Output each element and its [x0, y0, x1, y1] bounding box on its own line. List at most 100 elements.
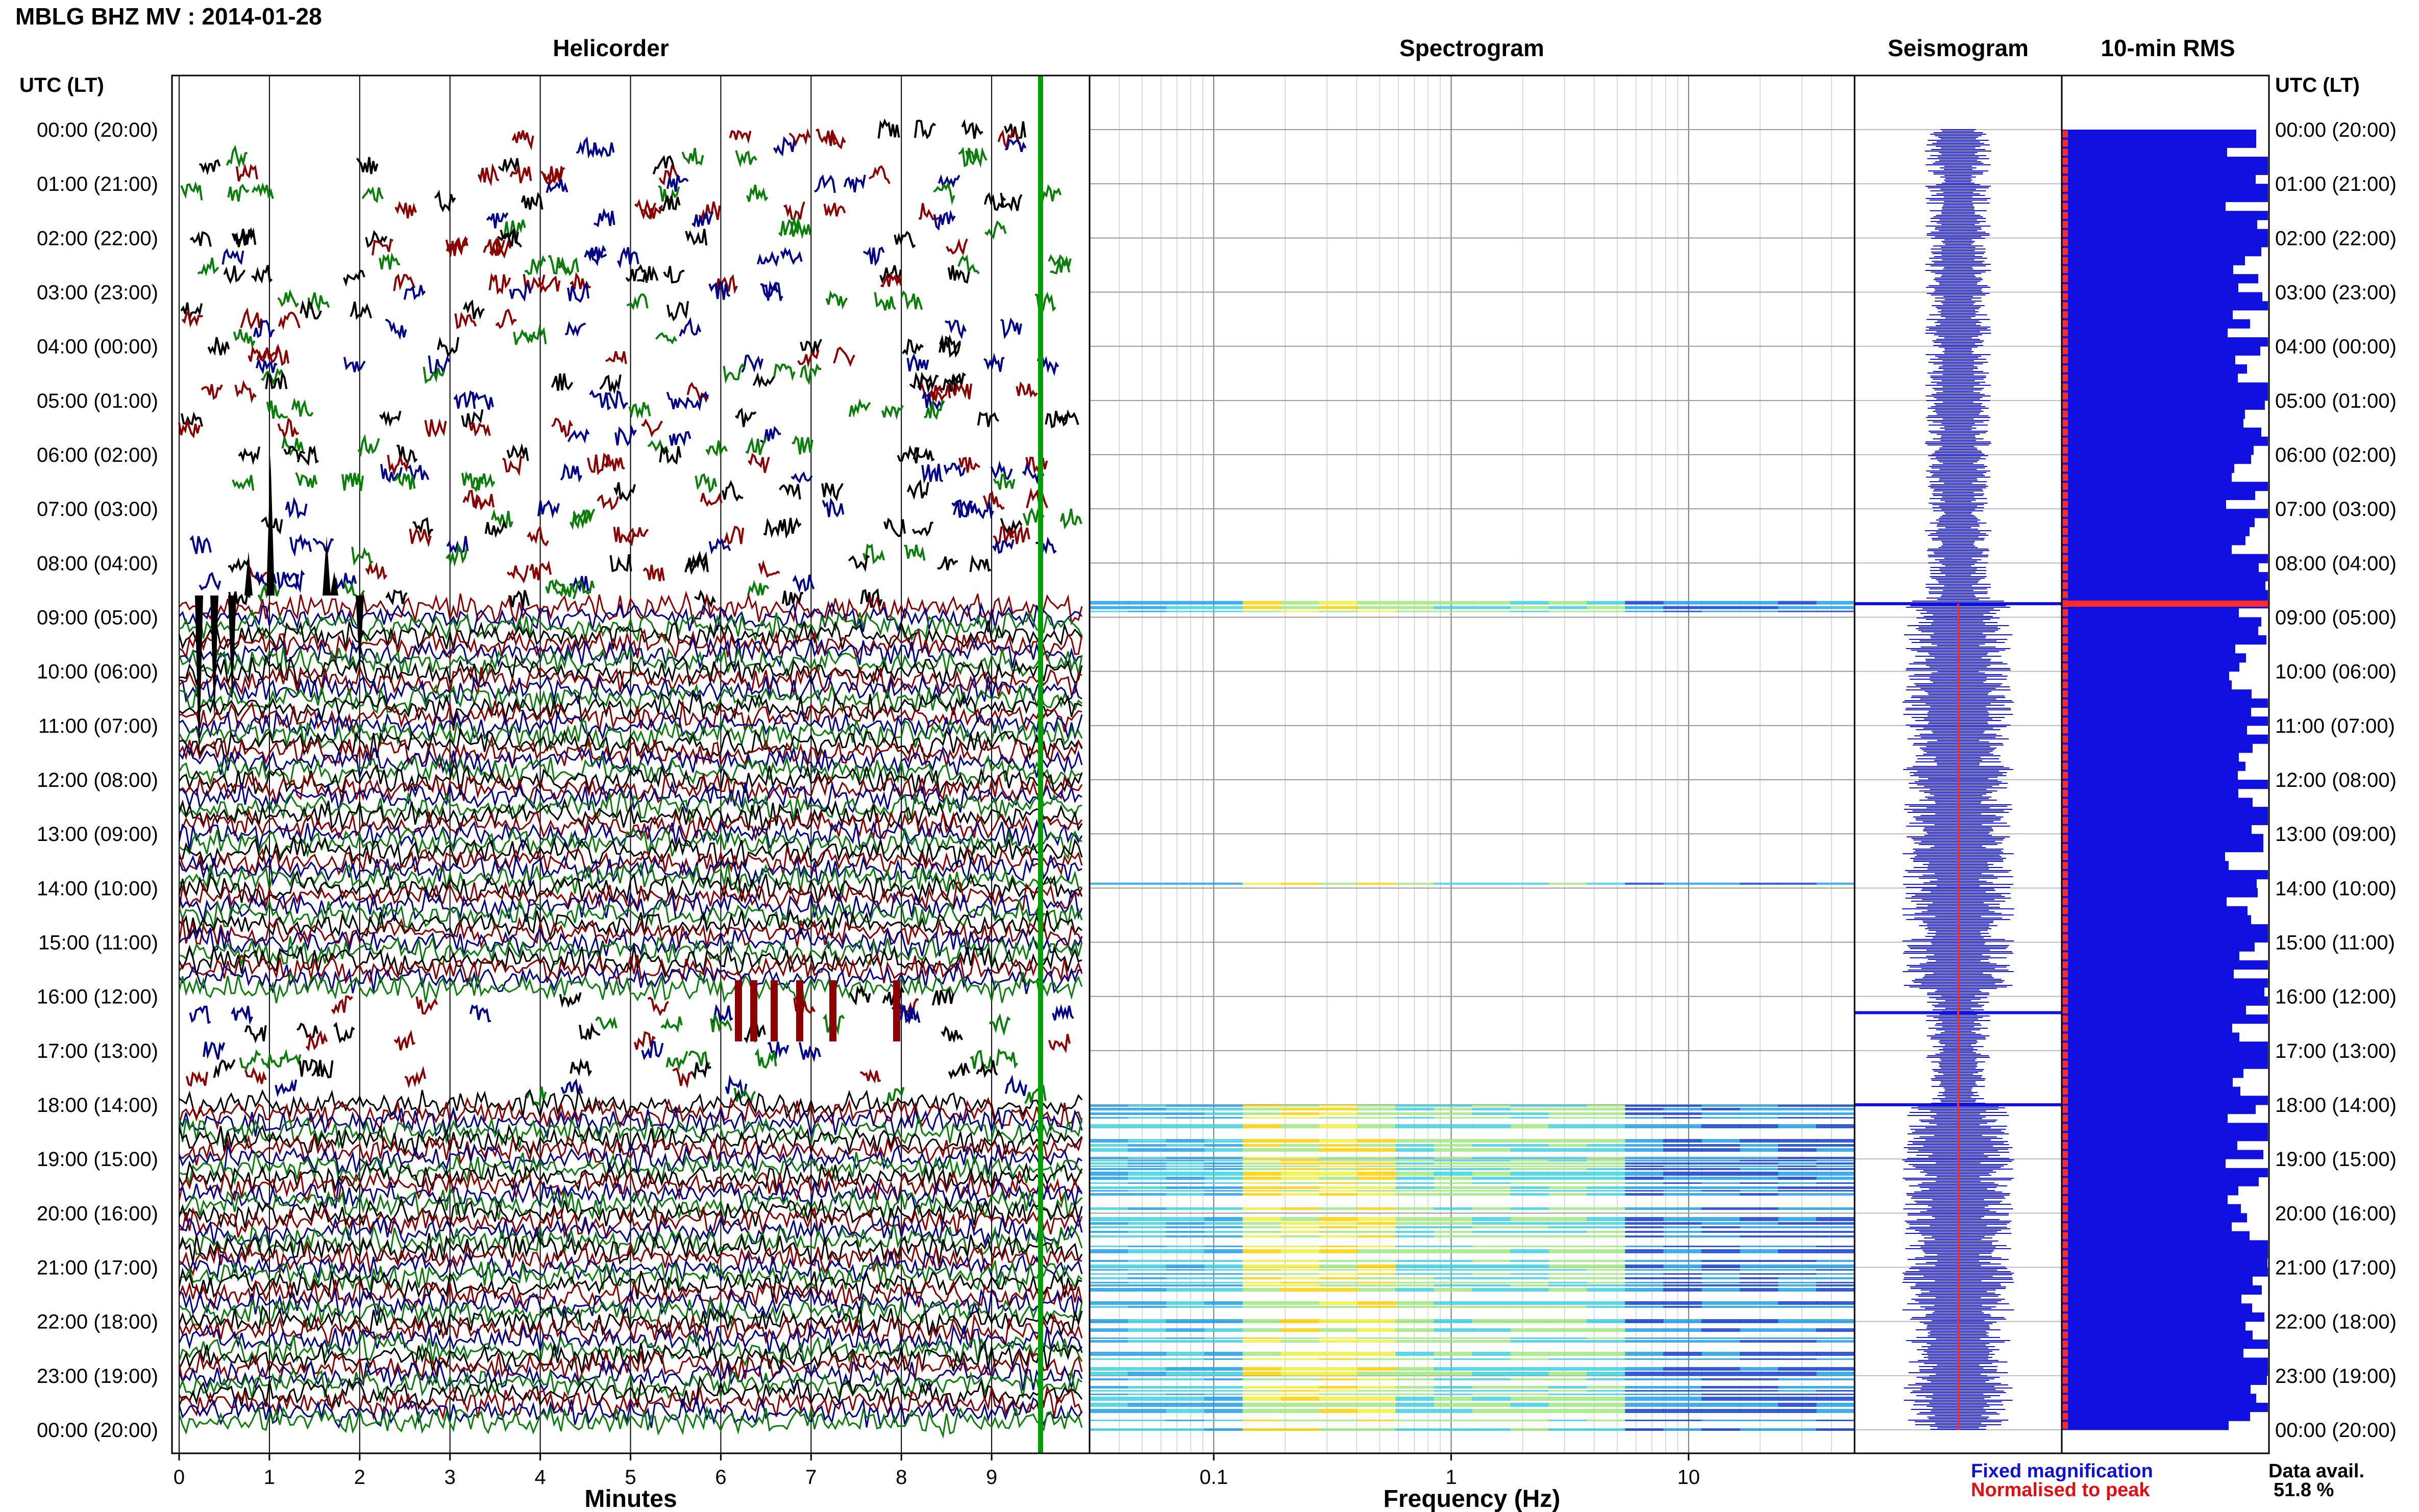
- spectrogram-cell: [1663, 1352, 1702, 1356]
- helicorder-event: [261, 1054, 283, 1070]
- rms-bin-fixed: [2062, 563, 2259, 573]
- rms-bin-fixed: [2062, 355, 2235, 365]
- spectrogram-cell: [1625, 1235, 1664, 1237]
- spectrogram-cell: [1242, 1108, 1281, 1110]
- helicorder-event: [848, 398, 871, 418]
- spectrogram-cell: [1740, 1403, 1779, 1407]
- spectrogram-cell: [1587, 1328, 1626, 1332]
- helicorder-event: [462, 489, 485, 510]
- spectrogram-cell: [1663, 1428, 1702, 1431]
- rms-bin-normalised: [2062, 365, 2068, 373]
- spectrogram-cell: [1625, 1144, 1664, 1147]
- spectrogram-cell: [1127, 1428, 1167, 1431]
- spectrogram-cell: [1816, 1378, 1855, 1380]
- spectrogram-cell: [1127, 1273, 1167, 1275]
- spectrogram-cell: [1090, 1277, 1128, 1279]
- spectrogram-cell: [1395, 1162, 1435, 1164]
- rms-bin-normalised: [2062, 1078, 2068, 1086]
- spectrogram-cell: [1434, 1337, 1473, 1339]
- spectrogram-cell: [1166, 1420, 1205, 1421]
- spectrogram-cell: [1510, 1207, 1549, 1210]
- spectrogram-cell: [1587, 1168, 1626, 1170]
- spectrogram-cell: [1395, 1390, 1435, 1392]
- helicorder-event: [244, 1067, 267, 1084]
- spectrogram-cell: [1816, 1124, 1855, 1128]
- time-label-left: 08:00 (04:00): [37, 552, 158, 575]
- spectrogram-cell: [1204, 1284, 1243, 1286]
- helicorder-event: [551, 417, 573, 438]
- spectrogram-cell: [1472, 1249, 1511, 1253]
- spectrogram-cell: [1778, 1144, 1817, 1147]
- spectrogram-cell: [1319, 1301, 1358, 1305]
- spectrogram-cell: [1778, 1217, 1817, 1221]
- spectrogram-cell: [1395, 1352, 1435, 1356]
- spectrogram-cell: [1280, 1284, 1320, 1286]
- spectrogram-cell: [1357, 1358, 1396, 1360]
- helicorder-event: [351, 547, 374, 566]
- spectrogram-cell: [1127, 1337, 1167, 1339]
- spectrogram-cell: [1587, 1166, 1626, 1167]
- spectrogram-cell: [1204, 1117, 1243, 1119]
- spectrogram-cell: [1242, 1235, 1281, 1237]
- spectrogram-cell: [1434, 1282, 1473, 1283]
- rms-bin-normalised: [2062, 726, 2068, 734]
- rms-bin-normalised: [2062, 1295, 2068, 1303]
- spectrogram-cell: [1587, 1277, 1626, 1279]
- spectrogram-cell: [1663, 1269, 1702, 1271]
- rms-bin-normalised: [2062, 943, 2068, 951]
- rms-bin-normalised: [2062, 510, 2068, 517]
- spectrogram-cell: [1395, 1108, 1435, 1110]
- spectrogram-cell: [1127, 1394, 1167, 1395]
- spectrogram-cell: [1740, 1319, 1779, 1323]
- spectrogram-cell: [1548, 1282, 1588, 1283]
- spectrogram-cell: [1242, 1260, 1281, 1262]
- rms-bin-normalised: [2062, 392, 2068, 400]
- spectrogram-cell: [1587, 1117, 1626, 1119]
- spectrogram-cell: [1127, 1148, 1167, 1152]
- spectrogram-cell: [1472, 1277, 1511, 1279]
- spectrogram-cell: [1090, 601, 1128, 605]
- spectrogram-cell: [1242, 1367, 1281, 1371]
- time-label-left: 13:00 (09:00): [37, 823, 158, 846]
- helicorder-event: [279, 1049, 302, 1065]
- helicorder-event: [453, 390, 476, 409]
- rms-bin-fixed: [2062, 662, 2239, 672]
- spectrogram-cell: [1280, 1409, 1320, 1413]
- spectrogram-cell: [1548, 1186, 1588, 1189]
- spectrogram-cell: [1357, 1352, 1396, 1356]
- spectrogram-cell: [1395, 610, 1435, 612]
- rms-bin-normalised: [2062, 898, 2068, 905]
- helicorder-event: [686, 390, 709, 411]
- helicorder-event: [235, 163, 258, 182]
- rms-bin-fixed: [2062, 1276, 2253, 1286]
- rms-bin-fixed: [2062, 1150, 2263, 1159]
- helicorder-event: [603, 454, 625, 472]
- helicorder-event: [609, 554, 632, 573]
- spectrogram-cell: [1701, 1403, 1741, 1407]
- spectrogram-cell: [1740, 1265, 1779, 1268]
- spectrogram-cell: [1625, 606, 1664, 609]
- spectrogram-cell: [1166, 1394, 1205, 1395]
- spectrogram-cell: [1816, 1367, 1855, 1371]
- spectrogram-cell: [1357, 882, 1396, 885]
- helicorder-event: [961, 119, 983, 139]
- spectrogram-cell: [1548, 1124, 1588, 1128]
- rms-panel: [2061, 75, 2270, 1454]
- spectrogram-cell: [1510, 1226, 1549, 1228]
- spectrogram-cell: [1127, 1217, 1167, 1221]
- spectrogram-cell: [1090, 1105, 1128, 1107]
- spectrogram-cell: [1204, 1226, 1243, 1228]
- spectrogram-cell: [1242, 1139, 1281, 1143]
- rms-bin-fixed: [2062, 1141, 2237, 1150]
- rms-bin-fixed: [2062, 265, 2233, 275]
- spectrogram-cell: [1663, 1403, 1702, 1407]
- spectrogram-cell: [1166, 1231, 1205, 1233]
- spectrogram-cell: [1090, 1246, 1128, 1247]
- helicorder-event: [643, 564, 665, 582]
- rms-bin-normalised: [2062, 293, 2068, 301]
- spectrogram-cell: [1816, 1117, 1855, 1119]
- spectrogram-cell: [1280, 1108, 1320, 1110]
- rms-bin-fixed: [2062, 1357, 2268, 1367]
- spectrogram-cell: [1625, 1157, 1664, 1159]
- spectrogram-cell: [1242, 1105, 1281, 1107]
